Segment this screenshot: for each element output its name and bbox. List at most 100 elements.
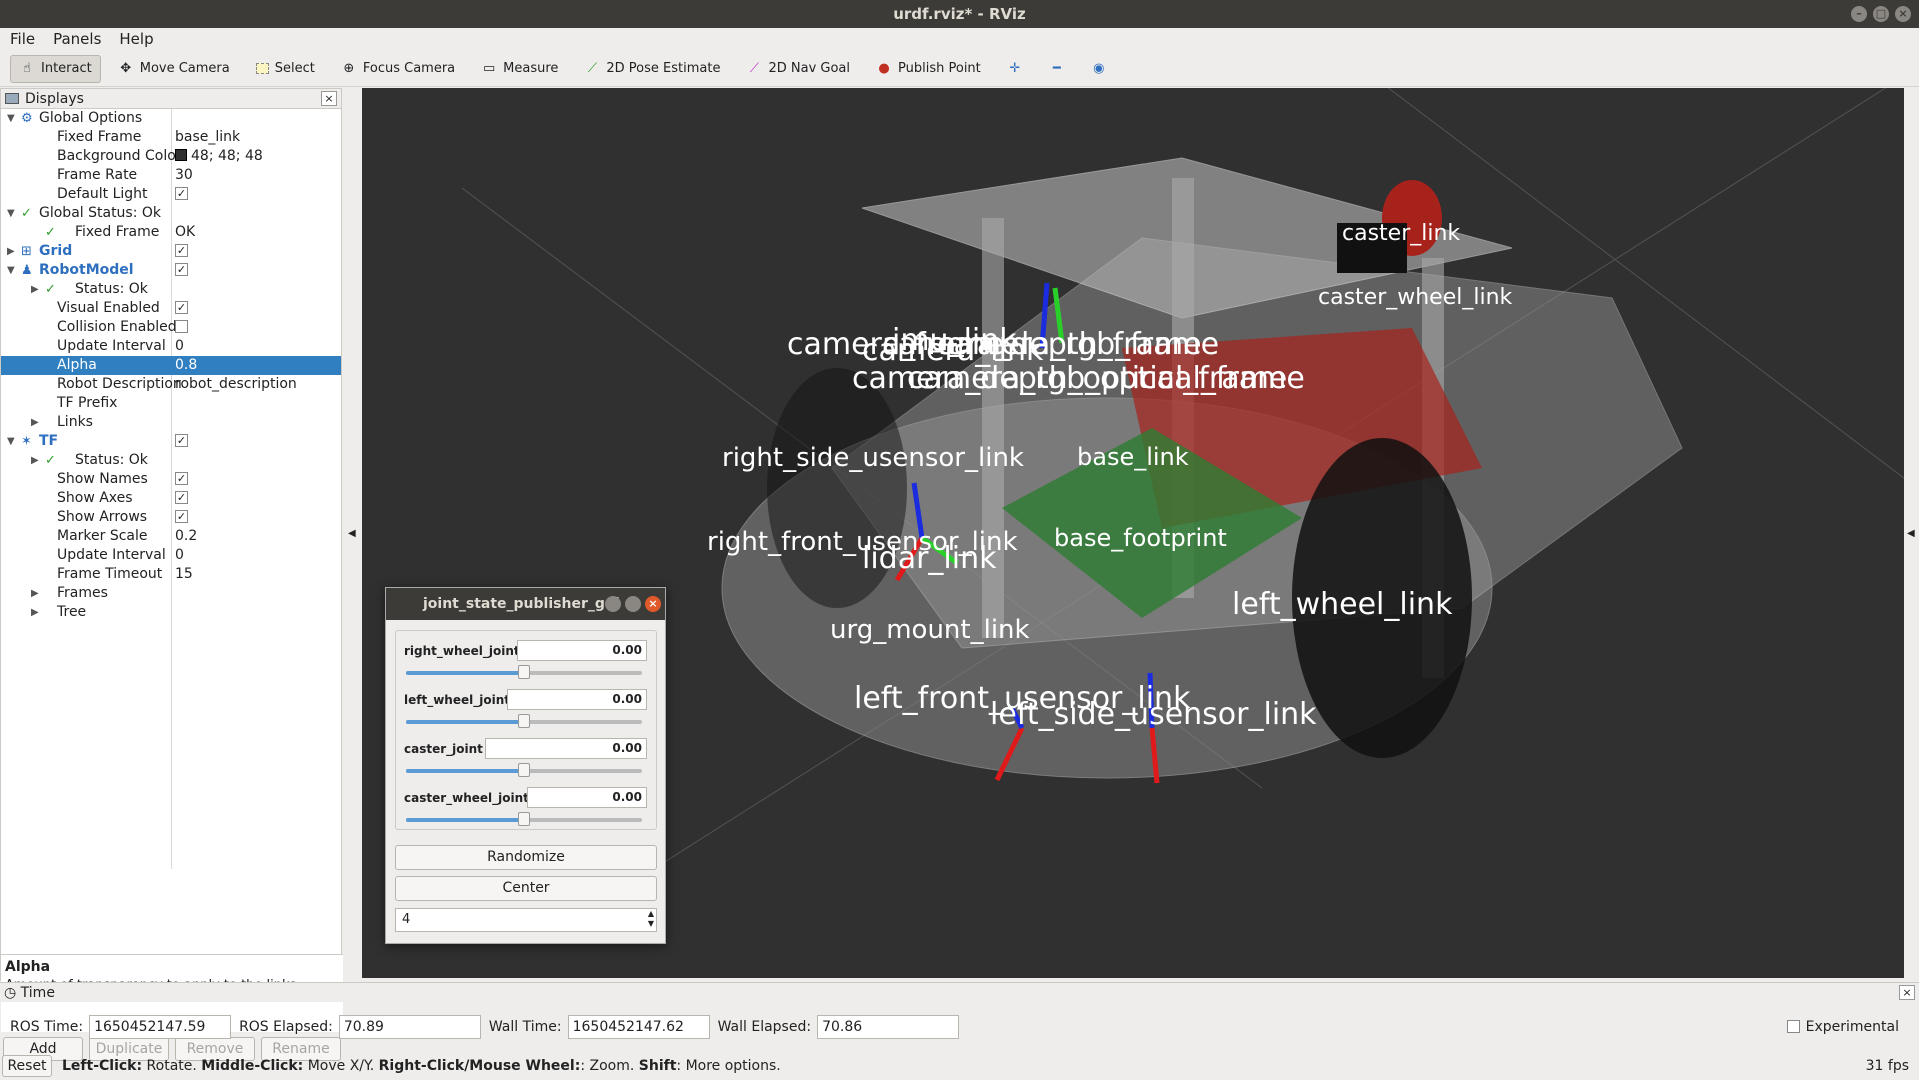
joint-value-input[interactable]: 0.00 — [517, 640, 647, 661]
display-tree-row[interactable]: ▶ ⊞ Grid ✓ — [1, 242, 341, 261]
publish-point-tool-button[interactable]: ● Publish Point — [867, 55, 990, 83]
display-tree-row[interactable]: Update Interval 0 — [1, 546, 341, 565]
display-tree-row[interactable]: ✓ Fixed Frame OK — [1, 223, 341, 242]
row-checkbox[interactable] — [175, 318, 188, 337]
checkbox-box[interactable] — [175, 319, 188, 333]
focus-camera-tool-button[interactable]: ⊕ Focus Camera — [332, 55, 464, 83]
row-value[interactable]: OK — [175, 223, 195, 242]
wall-elapsed-field[interactable]: 70.86 — [817, 1015, 960, 1039]
slider-handle[interactable] — [518, 763, 530, 777]
center-button[interactable]: Center — [395, 876, 657, 901]
display-tree-row[interactable]: Show Names ✓ — [1, 470, 341, 489]
expand-right-icon[interactable]: ▶ — [31, 603, 39, 622]
expand-right-icon[interactable]: ▶ — [31, 584, 39, 603]
collapse-right-icon[interactable]: ◀ — [1907, 528, 1915, 539]
checkbox-box[interactable]: ✓ — [175, 186, 188, 200]
display-tree-row[interactable]: Background Color 48; 48; 48 — [1, 147, 341, 166]
checkbox-box[interactable] — [1786, 1019, 1800, 1033]
expand-right-icon[interactable]: ▶ — [7, 242, 15, 261]
jsp-titlebar[interactable]: joint_state_publisher_gui × — [386, 588, 665, 620]
row-value[interactable]: robot_description — [175, 375, 297, 394]
checkbox-box[interactable]: ✓ — [175, 509, 188, 523]
display-tree-row[interactable]: Show Axes ✓ — [1, 489, 341, 508]
remove-tool-button[interactable]: ━ — [1040, 55, 1074, 83]
expand-down-icon[interactable]: ▼ — [7, 432, 15, 451]
select-tool-button[interactable]: Select — [247, 55, 324, 83]
joint-value-input[interactable]: 0.00 — [507, 689, 647, 710]
display-tree-row[interactable]: ▶ ✓ Status: Ok — [1, 451, 341, 470]
display-tree-row[interactable]: ▼ ⚙ Global Options — [1, 109, 341, 128]
checkbox-box[interactable]: ✓ — [175, 490, 188, 504]
close-icon[interactable]: × — [321, 91, 337, 106]
camera-type-button[interactable]: ◉ — [1082, 55, 1116, 83]
display-tree-row[interactable]: Frame Timeout 15 — [1, 565, 341, 584]
expand-down-icon[interactable]: ▼ — [7, 204, 15, 223]
collapse-left-icon[interactable]: ◀ — [348, 528, 356, 539]
maximize-icon[interactable] — [625, 596, 641, 612]
joint-slider[interactable] — [406, 665, 642, 679]
display-tree-row[interactable]: TF Prefix — [1, 394, 341, 413]
display-tree-row[interactable]: Visual Enabled ✓ — [1, 299, 341, 318]
display-tree-row[interactable]: Robot Description robot_description — [1, 375, 341, 394]
row-checkbox[interactable]: ✓ — [175, 432, 188, 451]
expand-right-icon[interactable]: ▶ — [31, 413, 39, 432]
joint-slider[interactable] — [406, 812, 642, 826]
joint-slider[interactable] — [406, 763, 642, 777]
menu-file[interactable]: File — [10, 30, 35, 48]
row-value[interactable]: base_link — [175, 128, 240, 147]
menu-panels[interactable]: Panels — [53, 30, 101, 48]
display-tree-row[interactable]: Show Arrows ✓ — [1, 508, 341, 527]
slider-handle[interactable] — [518, 812, 530, 826]
joint-value-input[interactable]: 0.00 — [485, 738, 647, 759]
display-tree-row[interactable]: Update Interval 0 — [1, 337, 341, 356]
display-tree-row[interactable]: Alpha 0.8 — [1, 356, 341, 375]
row-checkbox[interactable]: ✓ — [175, 470, 188, 489]
row-value[interactable]: 0.2 — [175, 527, 197, 546]
pose-estimate-tool-button[interactable]: ⟋ 2D Pose Estimate — [575, 55, 729, 83]
display-tree-row[interactable]: Default Light ✓ — [1, 185, 341, 204]
row-checkbox[interactable]: ✓ — [175, 489, 188, 508]
experimental-checkbox[interactable]: Experimental — [1786, 1019, 1899, 1035]
expand-down-icon[interactable]: ▼ — [7, 109, 15, 128]
minimize-icon[interactable]: – — [1851, 6, 1867, 22]
row-value[interactable]: 48; 48; 48 — [175, 147, 263, 166]
display-tree-row[interactable]: ▶ Frames — [1, 584, 341, 603]
display-tree-row[interactable]: ▶ Tree — [1, 603, 341, 622]
minimize-icon[interactable] — [605, 596, 621, 612]
checkbox-box[interactable]: ✓ — [175, 300, 188, 314]
row-checkbox[interactable]: ✓ — [175, 261, 188, 280]
spin-arrows-icon[interactable]: ▲ ▼ — [648, 909, 654, 929]
columns-spinbox[interactable]: 4 ▲ ▼ — [395, 908, 657, 932]
display-tree-row[interactable]: ▶ Links — [1, 413, 341, 432]
slider-handle[interactable] — [518, 665, 530, 679]
splitter-handle[interactable]: ◀ — [343, 88, 361, 978]
maximize-icon[interactable]: □ — [1873, 6, 1889, 22]
row-value[interactable]: 0.8 — [175, 356, 197, 375]
ros-elapsed-field[interactable]: 70.89 — [338, 1015, 481, 1039]
checkbox-box[interactable]: ✓ — [175, 471, 188, 485]
reset-button[interactable]: Reset — [2, 1055, 52, 1077]
display-tree-row[interactable]: ▼ ✓ Global Status: Ok — [1, 204, 341, 223]
checkbox-box[interactable]: ✓ — [175, 243, 188, 257]
display-tree-row[interactable]: Marker Scale 0.2 — [1, 527, 341, 546]
joint-slider[interactable] — [406, 714, 642, 728]
row-checkbox[interactable]: ✓ — [175, 185, 188, 204]
slider-handle[interactable] — [518, 714, 530, 728]
close-icon[interactable]: × — [645, 596, 661, 612]
display-tree-row[interactable]: ▶ ✓ Status: Ok — [1, 280, 341, 299]
move-camera-tool-button[interactable]: ✥ Move Camera — [109, 55, 239, 83]
expand-right-icon[interactable]: ▶ — [31, 451, 39, 470]
display-tree-row[interactable]: ▼ ♟ RobotModel ✓ — [1, 261, 341, 280]
nav-goal-tool-button[interactable]: ⟋ 2D Nav Goal — [737, 55, 859, 83]
checkbox-box[interactable]: ✓ — [175, 433, 188, 447]
expand-down-icon[interactable]: ▼ — [7, 261, 15, 280]
display-tree-row[interactable]: Frame Rate 30 — [1, 166, 341, 185]
measure-tool-button[interactable]: ▭ Measure — [472, 55, 567, 83]
close-icon[interactable]: × — [1899, 985, 1915, 1000]
row-checkbox[interactable]: ✓ — [175, 242, 188, 261]
display-tree-row[interactable]: Collision Enabled — [1, 318, 341, 337]
add-tool-button[interactable]: ✛ — [998, 55, 1032, 83]
expand-right-icon[interactable]: ▶ — [31, 280, 39, 299]
row-value[interactable]: 15 — [175, 565, 193, 584]
randomize-button[interactable]: Randomize — [395, 845, 657, 870]
